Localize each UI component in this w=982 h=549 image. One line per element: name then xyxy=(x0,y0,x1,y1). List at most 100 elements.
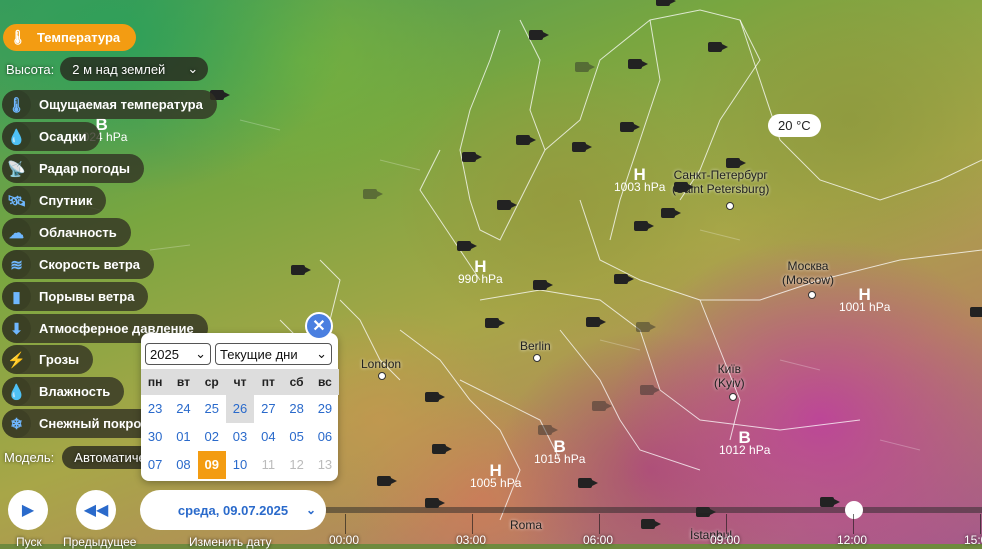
calendar-day[interactable]: 29 xyxy=(311,395,339,423)
date-picker-toggle[interactable]: среда, 09.07.2025 ⌄ xyxy=(140,490,326,530)
layer-radar[interactable]: 📡 Радар погоды xyxy=(2,154,144,183)
previous-button[interactable]: ◀◀ xyxy=(76,490,116,530)
weekday-header: вс xyxy=(310,369,340,395)
chevron-down-icon: ⌄ xyxy=(305,503,316,517)
radar-icon: 📡 xyxy=(2,154,31,183)
calendar-day[interactable]: 23 xyxy=(141,395,169,423)
chevron-down-icon: ⌄ xyxy=(187,61,199,76)
timeline-track[interactable] xyxy=(326,507,982,513)
webcam-icon[interactable] xyxy=(656,0,676,6)
calendar-day[interactable]: 02 xyxy=(198,423,226,451)
webcam-icon[interactable] xyxy=(636,322,656,332)
calendar-day[interactable]: 24 xyxy=(169,395,197,423)
webcam-icon[interactable] xyxy=(575,62,595,72)
webcam-icon[interactable] xyxy=(661,208,681,218)
calendar-day[interactable]: 27 xyxy=(254,395,282,423)
feels-like-icon: 🌡 xyxy=(2,90,31,119)
layer-temperature[interactable]: 🌡 Температура xyxy=(3,24,137,51)
calendar-day[interactable]: 01 xyxy=(169,423,197,451)
layer-clouds[interactable]: ☁ Облачность xyxy=(2,218,131,247)
timeline-tick-label: 09:00 xyxy=(710,533,741,547)
layer-humidity[interactable]: 💧 Влажность xyxy=(2,377,125,406)
city-label-moscow: Москва (Moscow) xyxy=(782,259,835,287)
pressure-center: Н 1001 hPa xyxy=(839,285,891,314)
current-date: среда, 09.07.2025 xyxy=(177,502,289,518)
layer-thunderstorms[interactable]: ⚡ Грозы xyxy=(2,345,94,374)
timeline-tick-label: 00:00 xyxy=(329,533,360,547)
webcam-icon[interactable] xyxy=(425,392,445,402)
height-label: Высота: xyxy=(6,61,55,77)
webcam-icon[interactable] xyxy=(485,318,505,328)
webcam-icon[interactable] xyxy=(529,30,549,40)
calendar-day[interactable]: 25 xyxy=(198,395,226,423)
pressure-icon: ⬇ xyxy=(2,314,31,343)
webcam-icon[interactable] xyxy=(533,280,553,290)
rewind-icon: ◀◀ xyxy=(83,502,109,519)
play-caption: Пуск xyxy=(16,535,42,549)
webcam-icon[interactable] xyxy=(432,444,452,454)
timeline-tick xyxy=(853,514,854,534)
calendar-day[interactable]: 06 xyxy=(311,423,339,451)
cloud-icon: ☁ xyxy=(2,218,31,247)
webcam-icon[interactable] xyxy=(457,241,477,251)
webcam-icon[interactable] xyxy=(497,200,517,210)
year-select[interactable]: 2025 ⌄ xyxy=(145,343,211,365)
webcam-icon[interactable] xyxy=(572,142,592,152)
layer-satellite[interactable]: 🛰 Спутник xyxy=(2,186,107,215)
webcam-icon[interactable] xyxy=(614,274,634,284)
pressure-center: Н 1005 hPa xyxy=(470,461,522,490)
layer-wind-speed[interactable]: ≋ Скорость ветра xyxy=(2,250,154,279)
calendar-day[interactable]: 10 xyxy=(226,451,254,479)
calendar-day[interactable]: 04 xyxy=(254,423,282,451)
webcam-icon[interactable] xyxy=(726,158,746,168)
layer-precipitation[interactable]: 💧 Осадки xyxy=(2,122,101,151)
webcam-icon[interactable] xyxy=(640,385,660,395)
webcam-icon[interactable] xyxy=(291,265,311,275)
webcam-icon[interactable] xyxy=(462,152,482,162)
webcam-icon[interactable] xyxy=(970,307,982,317)
webcam-icon[interactable] xyxy=(538,425,558,435)
layer-feels-like[interactable]: 🌡 Ощущаемая температура xyxy=(2,90,217,119)
timeline-handle[interactable] xyxy=(845,501,863,519)
webcam-icon[interactable] xyxy=(586,317,606,327)
webcam-icon[interactable] xyxy=(377,476,397,486)
height-select[interactable]: 2 м над землей ⌄ xyxy=(60,57,209,81)
play-button[interactable]: ▶ xyxy=(8,490,48,530)
calendar-day[interactable]: 08 xyxy=(169,451,197,479)
webcam-icon[interactable] xyxy=(641,519,661,529)
timeline-tick xyxy=(345,514,346,534)
webcam-icon[interactable] xyxy=(708,42,728,52)
layer-wind-gusts[interactable]: ▮ Порывы ветра xyxy=(2,282,149,311)
webcam-icon[interactable] xyxy=(628,59,648,69)
webcam-icon[interactable] xyxy=(592,401,612,411)
calendar-day[interactable]: 30 xyxy=(141,423,169,451)
webcam-icon[interactable] xyxy=(634,221,654,231)
range-mode-select[interactable]: Текущие дни ⌄ xyxy=(215,343,332,365)
webcam-icon[interactable] xyxy=(820,497,840,507)
drop-icon: 💧 xyxy=(2,122,31,151)
timeline-tick-label: 06:00 xyxy=(583,533,614,547)
pressure-center: В 1012 hPa xyxy=(719,428,771,457)
webcam-icon[interactable] xyxy=(363,189,383,199)
calendar-day[interactable]: 26 xyxy=(225,395,255,423)
model-label: Модель: xyxy=(4,450,55,465)
city-marker xyxy=(808,291,816,299)
calendar-day[interactable]: 07 xyxy=(141,451,169,479)
webcam-icon[interactable] xyxy=(620,122,640,132)
webcam-icon[interactable] xyxy=(516,135,536,145)
webcam-icon[interactable] xyxy=(674,182,694,192)
close-calendar-button[interactable]: ✕ xyxy=(305,312,333,340)
change-date-caption: Изменить дату xyxy=(189,535,272,549)
weekday-header: вт xyxy=(169,369,198,395)
timeline-tick-label: 15:00 xyxy=(964,533,982,547)
close-icon: ✕ xyxy=(312,318,326,335)
layer-snow-cover[interactable]: ❄ Снежный покров xyxy=(2,409,164,438)
webcam-icon[interactable] xyxy=(578,478,598,488)
calendar-day[interactable]: 28 xyxy=(282,395,310,423)
pressure-center: Н 1003 hPa xyxy=(614,165,666,194)
calendar-day[interactable]: 03 xyxy=(226,423,254,451)
calendar-day-selected[interactable]: 09 xyxy=(197,451,226,479)
city-marker xyxy=(726,202,734,210)
calendar-day[interactable]: 05 xyxy=(282,423,310,451)
weekday-header: пн xyxy=(141,369,170,395)
